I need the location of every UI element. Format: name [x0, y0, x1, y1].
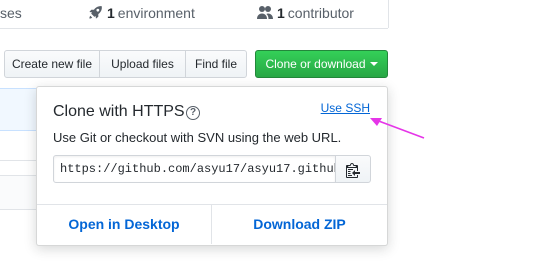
stat-environments-count: 1	[107, 5, 115, 21]
file-table-row	[0, 175, 38, 210]
file-table-header-row	[0, 88, 38, 131]
table-row-divider	[0, 160, 38, 161]
annotation-arrow	[370, 118, 425, 139]
clipboard-icon	[346, 163, 360, 178]
use-ssh-link[interactable]: Use SSH	[321, 101, 370, 115]
help-icon[interactable]: ?	[186, 106, 200, 120]
rocket-icon	[88, 5, 103, 23]
clone-or-download-label: Clone or download	[265, 57, 366, 71]
panel-border	[388, 0, 389, 28]
create-new-file-button[interactable]: Create new file	[4, 50, 100, 78]
stat-releases[interactable]: ses	[0, 5, 22, 21]
clone-url-input[interactable]: https://github.com/asyu17/asyu17.github.…	[53, 155, 336, 183]
stat-contributors-label: contributor	[287, 5, 354, 21]
open-in-desktop-link[interactable]: Open in Desktop	[37, 205, 212, 244]
clone-url-group: https://github.com/asyu17/asyu17.github.…	[53, 155, 371, 183]
clone-dropdown-popup: Clone with HTTPS ? Use SSH Use Git or ch…	[36, 86, 388, 246]
clone-popup-title: Clone with HTTPS	[53, 103, 185, 120]
people-icon	[257, 5, 273, 23]
find-file-button[interactable]: Find file	[185, 50, 247, 78]
stat-environments-label: environment	[117, 5, 195, 21]
download-zip-link[interactable]: Download ZIP	[212, 205, 387, 244]
stat-environments[interactable]: 1 environment	[88, 5, 195, 23]
upload-files-button[interactable]: Upload files	[99, 50, 186, 78]
copy-url-button[interactable]	[335, 155, 371, 183]
stat-contributors[interactable]: 1 contributor	[257, 5, 354, 23]
caret-down-icon	[369, 62, 378, 66]
clone-popup-footer: Open in Desktop Download ZIP	[37, 204, 387, 245]
stat-releases-label: ses	[0, 5, 22, 21]
repo-stats-bar: ses 1 environment 1 contributor	[0, 0, 388, 29]
stat-contributors-count: 1	[277, 5, 285, 21]
clone-or-download-button[interactable]: Clone or download	[255, 50, 388, 78]
clone-popup-description: Use Git or checkout with SVN using the w…	[53, 130, 342, 145]
